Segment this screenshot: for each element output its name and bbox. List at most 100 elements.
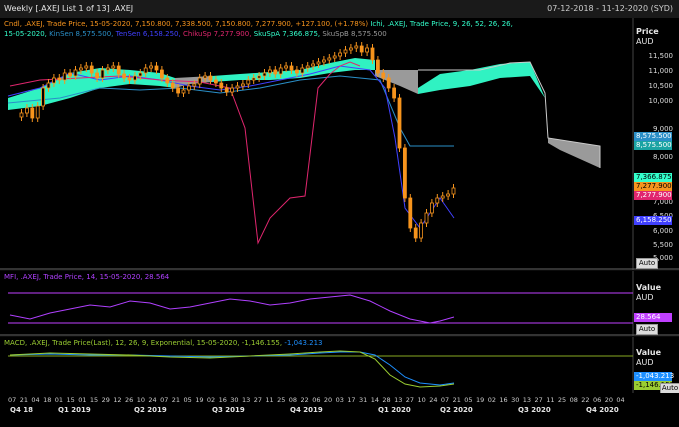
date-tick: 02	[487, 396, 496, 404]
date-tick: 03	[335, 396, 344, 404]
candle-body	[62, 72, 67, 81]
date-tick: 18	[43, 396, 52, 404]
date-tick: 20	[323, 396, 333, 404]
candle-body	[381, 72, 386, 79]
date-tick: 10	[136, 396, 145, 404]
candle-body	[435, 197, 440, 204]
legend-chikusp: ChikuSp 7,277.900,	[182, 30, 252, 38]
date-tick: 22	[300, 396, 309, 404]
candle-body	[392, 87, 397, 99]
price-tick: 6,000	[652, 227, 673, 235]
date-tick: 01	[78, 396, 87, 404]
candle-body	[24, 107, 29, 114]
candle-body	[73, 69, 78, 77]
price-legend: Cndl, .AXEJ, Trade Price, 15-05-2020, 7,…	[4, 19, 513, 39]
candle-body	[149, 65, 154, 69]
date-tick: 04	[31, 396, 40, 404]
candle-body	[375, 59, 380, 74]
price-tick: 10,500	[648, 82, 674, 90]
legend-skuspb: SkuSpB 8,575.500	[322, 30, 387, 38]
date-tick: 27	[405, 396, 415, 404]
candle-body	[446, 193, 451, 197]
candle-body	[332, 55, 337, 59]
legend-skuspa: SkuSpA 7,366.875,	[253, 30, 321, 38]
candle-body	[46, 82, 51, 89]
candle-body	[278, 67, 283, 75]
mfi-axis-header: Value	[636, 283, 662, 292]
price-axis-header: Price	[636, 27, 659, 36]
date-tick: 25	[277, 396, 286, 404]
candle-body	[213, 79, 218, 84]
candle-body	[41, 87, 45, 107]
tag-kinsen: 8,575.500	[634, 132, 672, 141]
ichimoku-cloud-bullish	[212, 58, 375, 82]
candle-body	[262, 72, 267, 77]
candle-body	[57, 77, 62, 81]
candle-body	[89, 65, 94, 74]
candle-body	[257, 75, 262, 79]
date-tick: 21	[171, 396, 181, 404]
candle-body	[300, 67, 305, 74]
candle-body	[289, 65, 294, 71]
candle-body	[116, 65, 121, 75]
candle-body	[192, 83, 197, 87]
price-panel[interactable]: Cndl, .AXEJ, Trade Price, 15-05-2020, 7,…	[0, 18, 679, 270]
candle-body	[284, 65, 289, 69]
price-tick: 11,000	[648, 67, 674, 75]
price-chart[interactable]	[0, 18, 679, 270]
legend-tensen: TenSen 6,158.250,	[115, 30, 181, 38]
candle-body	[30, 107, 35, 119]
date-tick: 21	[452, 396, 461, 404]
candle-body	[311, 63, 316, 67]
candle-body	[197, 77, 202, 85]
tag-skuspb: 8,575.500	[634, 141, 672, 150]
time-axis[interactable]: 07 21 04 18 01 15 01 15 29 12 26 10 24 07 21 05 19 02 16 30…	[0, 393, 679, 427]
date-tick: 28	[382, 396, 391, 404]
date-tick: 13	[394, 396, 403, 404]
candle-body	[138, 72, 143, 77]
date-tick: 15	[66, 396, 75, 404]
date-tick: 29	[101, 396, 110, 404]
date-tick: 12	[113, 396, 122, 404]
quarter-label: Q4 2019	[290, 406, 323, 414]
candle-body	[440, 195, 445, 199]
tag-macd-signal: -1,043.213	[634, 372, 675, 381]
candle-body	[413, 227, 418, 239]
quarter-label: Q4 2020	[586, 406, 619, 414]
mfi-panel[interactable]: MFI, .AXEJ, Trade Price, 14, 15-05-2020,…	[0, 271, 679, 336]
candle-body	[111, 65, 116, 69]
date-tick: 19	[476, 396, 485, 404]
date-tick: 16	[218, 396, 227, 404]
quarter-label: Q4 18	[10, 406, 33, 414]
legend-ichi: Ichi, .AXEJ, Trade Price, 9, 26, 52, 26,…	[370, 20, 513, 28]
candle-body	[419, 222, 424, 239]
mfi-line	[9, 294, 455, 324]
candle-body	[95, 72, 99, 79]
mfi-auto-scale-button[interactable]: Auto	[636, 324, 658, 335]
candle-body	[176, 87, 181, 94]
candle-body	[316, 61, 321, 65]
date-tick: 27	[534, 396, 543, 404]
date-tick: 30	[511, 396, 520, 404]
date-tick: 15	[89, 396, 99, 404]
date-tick: 21	[19, 396, 28, 404]
date-tick: 16	[499, 396, 508, 404]
macd-axis-unit: AUD	[636, 358, 654, 367]
tag-mfi: 28.564	[634, 313, 672, 322]
date-tick: 07	[160, 396, 169, 404]
candle-body	[186, 85, 191, 91]
window-title: Weekly [.AXEJ List 1 of 13] .AXEJ	[4, 4, 134, 13]
candle-body	[273, 69, 278, 75]
candle-body	[305, 65, 310, 69]
candle-body	[251, 77, 256, 81]
date-range[interactable]: 07-12-2018 - 11-12-2020 (SYD)	[547, 4, 673, 13]
candle-body	[35, 105, 40, 119]
price-tick: 10,000	[648, 97, 674, 105]
date-tick: 22	[581, 396, 590, 404]
price-auto-scale-button[interactable]: Auto	[636, 258, 658, 269]
macd-panel[interactable]: MACD, .AXEJ, Trade Price(Last), 12, 26, …	[0, 337, 679, 394]
candle-body	[354, 45, 359, 49]
date-tick: 06	[312, 396, 321, 404]
candle-body	[219, 82, 224, 89]
quarter-label: Q2 2020	[440, 406, 473, 414]
